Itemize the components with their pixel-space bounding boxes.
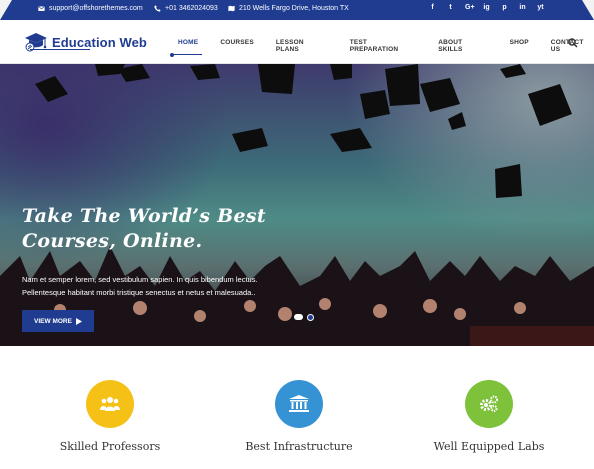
feature-icon-circle: [86, 380, 134, 428]
nav-item-home[interactable]: HOME: [178, 39, 198, 53]
hero-description-line-1: Nam et semper lorem, sed vestibulum sapi…: [22, 275, 258, 284]
topbar-email-text: support@offshorethemes.com: [49, 5, 143, 12]
twitter-icon[interactable]: t: [447, 4, 454, 11]
active-nav-indicator: [170, 52, 202, 57]
phone-icon: [154, 5, 161, 12]
feature-best-infrastructure: Best Infrastructure: [229, 380, 369, 453]
bank-icon: [289, 395, 309, 412]
users-icon: [100, 397, 120, 411]
gears-icon: [480, 395, 498, 412]
topbar-email[interactable]: support@offshorethemes.com: [38, 5, 143, 12]
feature-title: Best Infrastructure: [245, 440, 353, 453]
slider-dot-1[interactable]: [294, 314, 303, 320]
nav-item-about-skills[interactable]: ABOUT SKILLS: [438, 39, 487, 53]
feature-title: Skilled Professors: [59, 440, 161, 453]
topbar-address-text: 210 Wells Fargo Drive, Houston TX: [239, 5, 349, 12]
feature-icon-circle: [275, 380, 323, 428]
nav-item-shop[interactable]: SHOP: [510, 39, 529, 53]
feature-title: Well Equipped Labs: [433, 440, 545, 453]
main-menu: HOME COURSES LESSON PLANS TEST PREPARATI…: [178, 39, 594, 53]
view-more-button[interactable]: VIEW MORE: [22, 310, 94, 332]
topbar-phone[interactable]: +01 3462024093: [154, 5, 218, 12]
topbar-phone-text: +01 3462024093: [165, 5, 218, 12]
topbar-corner-left: [0, 0, 12, 20]
map-icon: [228, 5, 235, 12]
youtube-icon[interactable]: yt: [537, 4, 544, 11]
topbar-address: 210 Wells Fargo Drive, Houston TX: [228, 5, 349, 12]
instagram-icon[interactable]: ig: [483, 4, 490, 11]
features-section: Skilled Professors Best Infrastructure W…: [0, 346, 594, 469]
topbar-corner-right: [582, 0, 594, 20]
pinterest-icon[interactable]: p: [501, 4, 508, 11]
envelope-icon: [38, 6, 45, 11]
social-links: f t G+ ig p in yt: [429, 4, 544, 11]
hero-description: Nam et semper lorem, sed vestibulum sapi…: [22, 273, 322, 299]
feature-skilled-professors: Skilled Professors: [40, 380, 180, 453]
facebook-icon[interactable]: f: [429, 4, 436, 11]
play-arrow-icon: [75, 317, 82, 325]
hero-description-line-2: Pellentesque habitant morbi tristique se…: [22, 288, 256, 297]
linkedin-icon[interactable]: in: [519, 4, 526, 11]
nav-item-courses[interactable]: COURSES: [220, 39, 254, 53]
top-info-bar: support@offshorethemes.com +01 346202409…: [0, 0, 594, 20]
feature-well-equipped-labs: Well Equipped Labs: [419, 380, 559, 453]
hero-title: Take The World’s Best Courses, Online.: [22, 204, 266, 254]
slider-dot-2[interactable]: [307, 313, 314, 321]
main-header: Education Web HOME COURSES LESSON PLANS …: [0, 20, 594, 64]
hero-title-line-2: Courses, Online.: [22, 230, 203, 252]
hero-title-line-1: Take The World’s Best: [22, 205, 266, 227]
nav-item-test-preparation[interactable]: TEST PREPARATION: [350, 39, 417, 53]
feature-icon-circle: [465, 380, 513, 428]
google-plus-icon[interactable]: G+: [465, 4, 475, 11]
view-more-label: VIEW MORE: [34, 317, 72, 325]
slider-pagination: [294, 313, 314, 321]
hero-slider: Take The World’s Best Courses, Online. N…: [0, 64, 594, 346]
search-icon[interactable]: [568, 38, 578, 48]
site-title: Education Web: [52, 34, 147, 50]
nav-item-lesson-plans[interactable]: LESSON PLANS: [276, 39, 328, 53]
logo-underline: [30, 49, 90, 50]
